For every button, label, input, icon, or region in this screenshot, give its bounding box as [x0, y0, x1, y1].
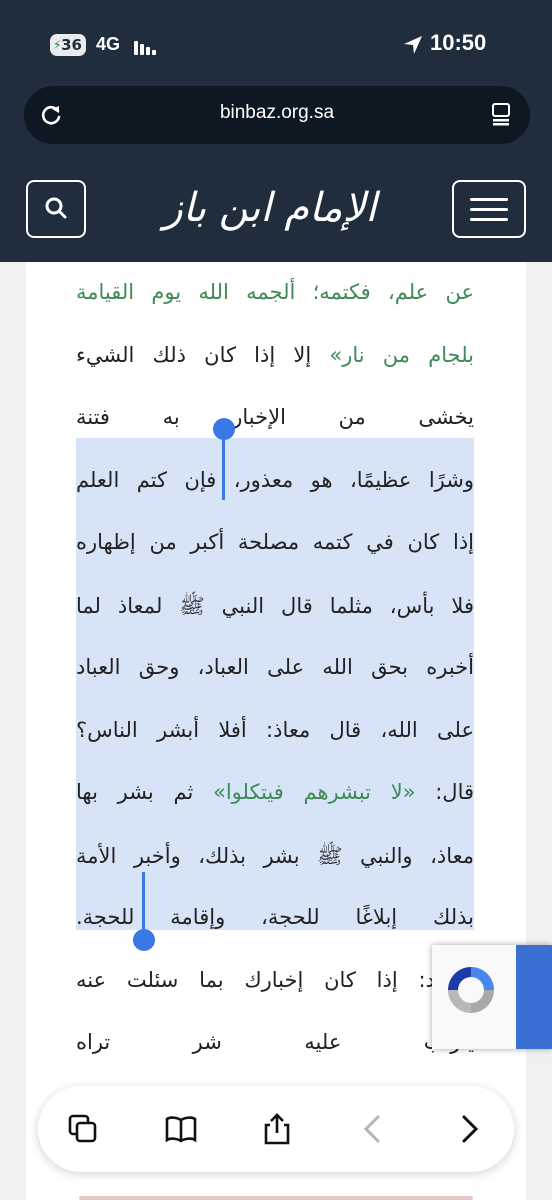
recaptcha-widget[interactable] — [432, 945, 552, 1049]
search-button[interactable] — [26, 180, 86, 238]
recaptcha-tab[interactable] — [516, 945, 552, 1049]
search-icon — [45, 197, 67, 219]
body-text: وشرًا عظيمًا، هو معذور، فإن كتم العلم — [76, 467, 474, 492]
quoted-text: «لا تبشرهم فيتكلوا» — [212, 780, 416, 804]
body-text: فلا بأس، مثلما قال النبي ﷺ لمعاذ لما — [76, 593, 474, 618]
article-line: يترتب عليه شر تراه — [76, 1030, 474, 1054]
article-line: على الله، قال معاذ: أفلا أبشر الناس؟ — [76, 718, 474, 742]
body-text: أخبره بحق الله على العباد، وحق العباد — [76, 655, 474, 679]
url-text[interactable]: binbaz.org.sa — [24, 102, 530, 124]
back-icon[interactable] — [356, 1112, 390, 1146]
site-logo[interactable]: الإمام ابن باز — [160, 172, 380, 244]
signal-icon — [134, 39, 158, 55]
body-text: إذا كان في كتمه مصلحة أكبر من إظهاره — [76, 530, 474, 554]
page-content: عن علم، فكتمه؛ ألجمه الله يوم القيامة بلج… — [0, 262, 552, 1200]
status-bar: 36 4G 10:50 — [0, 30, 552, 60]
tabs-icon[interactable] — [66, 1112, 100, 1146]
article-line: أخبره بحق الله على العباد، وحق العباد — [76, 655, 474, 679]
location-icon — [404, 36, 422, 54]
selection-end-handle[interactable] — [133, 929, 155, 951]
article-line: قال: «لا تبشرهم فيتكلوا» ثم بشر بها — [76, 780, 474, 804]
article-line: فصود: إذا كان إخبارك بما سئلت عنه — [76, 968, 474, 992]
body-text: فصود: إذا كان إخبارك بما سئلت عنه — [76, 967, 474, 992]
body-text: ثم بشر بها — [76, 780, 213, 804]
browser-toolbar — [38, 1086, 514, 1172]
home-indicator — [79, 1196, 473, 1200]
quoted-text: بلجام من نار» — [329, 342, 474, 367]
forward-icon[interactable] — [452, 1112, 486, 1146]
article-line: عن علم، فكتمه؛ ألجمه الله يوم القيامة — [76, 280, 474, 304]
selection-start-bar — [222, 432, 225, 500]
network-type: 4G — [96, 34, 121, 54]
body-text: على الله، قال معاذ: أفلا أبشر الناس؟ — [76, 717, 474, 742]
article-line: فلا بأس، مثلما قال النبي ﷺ لمعاذ لما — [76, 593, 474, 624]
body-text: معاذ، والنبي ﷺ بشر بذلك، وأخبر الأمة — [76, 843, 474, 868]
article-line: معاذ، والنبي ﷺ بشر بذلك، وأخبر الأمة — [76, 843, 474, 874]
bookmarks-icon[interactable] — [164, 1112, 198, 1146]
body-text: إلا إذا كان ذلك الشيء — [76, 342, 330, 367]
article-line: وشرًا عظيمًا، هو معذور، فإن كتم العلم — [76, 468, 474, 492]
body-text: يترتب عليه شر تراه — [76, 1030, 474, 1054]
battery-indicator: 36 — [50, 34, 86, 56]
reader-mode-icon[interactable] — [490, 102, 512, 126]
quoted-text: عن علم، فكتمه؛ ألجمه الله يوم القيامة — [76, 280, 474, 304]
body-text: قال: — [415, 780, 475, 804]
article-line: يخشى من الإخبار به فتنة — [76, 405, 474, 429]
browser-chrome: 36 4G 10:50 binbaz.org.sa الإمام ابن باز — [0, 0, 552, 262]
article-line: إذا كان في كتمه مصلحة أكبر من إظهاره — [76, 530, 474, 554]
selection-start-handle[interactable] — [213, 418, 235, 440]
article-line: بذلك إبلاغًا للحجة، وإقامة للحجة. — [76, 905, 474, 929]
article-line: بلجام من نار» إلا إذا كان ذلك الشيء — [76, 343, 474, 367]
body-text: يخشى من الإخبار به فتنة — [76, 405, 474, 429]
share-icon[interactable] — [260, 1112, 294, 1146]
menu-button[interactable] — [452, 180, 526, 238]
clock: 10:50 — [430, 30, 487, 55]
address-bar[interactable]: binbaz.org.sa — [24, 86, 530, 144]
recaptcha-icon — [448, 967, 494, 1013]
body-text: بذلك إبلاغًا للحجة، وإقامة للحجة. — [76, 905, 474, 929]
